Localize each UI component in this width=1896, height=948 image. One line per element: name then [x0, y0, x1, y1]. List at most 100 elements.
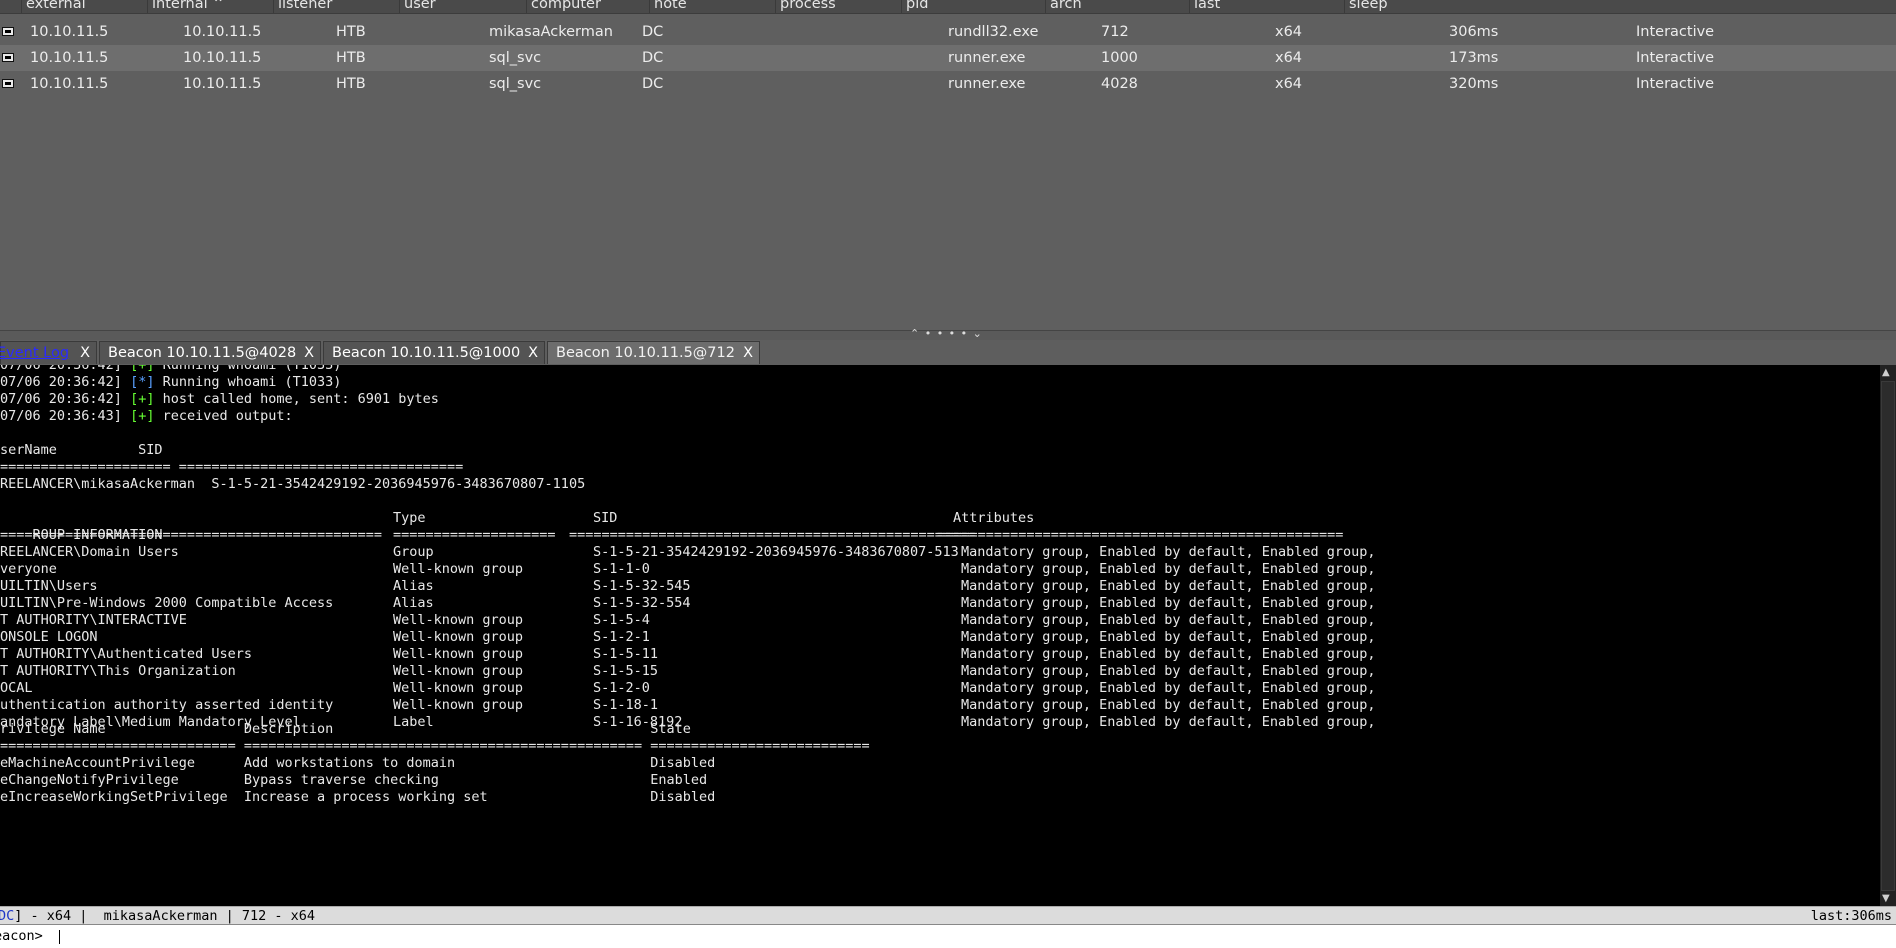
- console-scrollbar[interactable]: ▲ ▼: [1880, 365, 1896, 906]
- group-name: T AUTHORITY\Authenticated Users: [0, 646, 252, 662]
- group-name: veryone: [0, 561, 57, 577]
- group-col-type-header: Type: [393, 510, 426, 526]
- column-header-external[interactable]: external: [21, 0, 147, 13]
- beacon-icon: [2, 79, 14, 88]
- tab-event-log[interactable]: Event Log X: [0, 341, 97, 364]
- close-tab-icon[interactable]: X: [528, 342, 538, 365]
- table-row[interactable]: 10.10.11.5 10.10.11.5 HTB mikasaAckerman…: [0, 19, 1896, 45]
- beacon-table[interactable]: external internal ⌃ listener user comput…: [0, 0, 1896, 330]
- cell-pid: 712: [1101, 24, 1129, 40]
- command-input-row[interactable]: eacon>: [0, 924, 1896, 948]
- cell-last: 320ms: [1449, 76, 1499, 92]
- scroll-down-icon[interactable]: ▼: [1882, 893, 1890, 904]
- cell-arch: x64: [1275, 50, 1303, 66]
- command-input[interactable]: [58, 927, 1888, 945]
- privilege-row: eIncreaseWorkingSetPrivilege Increase a …: [0, 789, 716, 805]
- cell-sleep: Interactive: [1636, 24, 1715, 40]
- privilege-row: eMachineAccountPrivilege Add workstation…: [0, 755, 716, 771]
- group-name: OCAL: [0, 680, 33, 696]
- privilege-header: rivilege Name Description State: [0, 721, 691, 737]
- group-attributes: Mandatory group, Enabled by default, Ena…: [961, 714, 1376, 730]
- table-row[interactable]: 10.10.11.5 10.10.11.5 HTB sql_svc DC run…: [0, 71, 1896, 97]
- close-tab-icon[interactable]: X: [80, 342, 90, 365]
- column-header-pid[interactable]: pid: [901, 0, 1045, 13]
- cell-process: runner.exe: [948, 50, 1026, 66]
- group-type: Well-known group: [393, 697, 524, 713]
- group-name: ONSOLE LOGON: [0, 629, 98, 645]
- splitter-handle-icon[interactable]: ⌃ • • • • ⌄: [910, 327, 983, 340]
- cell-pid: 4028: [1101, 76, 1138, 92]
- group-type: Group: [393, 544, 434, 560]
- cell-sleep: Interactive: [1636, 50, 1715, 66]
- table-row-selected[interactable]: 10.10.11.5 10.10.11.5 HTB sql_svc DC run…: [0, 45, 1896, 71]
- group-attributes: Mandatory group, Enabled by default, Ena…: [961, 595, 1376, 611]
- group-type: Well-known group: [393, 629, 524, 645]
- column-header-last[interactable]: last: [1189, 0, 1344, 13]
- cell-last: 173ms: [1449, 50, 1499, 66]
- cell-external: 10.10.11.5: [30, 76, 109, 92]
- group-name: T AUTHORITY\INTERACTIVE: [0, 612, 187, 628]
- column-header-computer[interactable]: computer: [526, 0, 649, 13]
- group-name: UILTIN\Users: [0, 578, 98, 594]
- group-attributes: Mandatory group, Enabled by default, Ena…: [961, 646, 1376, 662]
- group-name: UILTIN\Pre-Windows 2000 Compatible Acces…: [0, 595, 334, 611]
- close-tab-icon[interactable]: X: [743, 342, 753, 365]
- scroll-thumb[interactable]: [1881, 381, 1895, 891]
- cell-arch: x64: [1275, 76, 1303, 92]
- column-header-process[interactable]: process: [775, 0, 901, 13]
- group-sid: S-1-18-1: [593, 697, 659, 713]
- prompt-label: eacon>: [0, 928, 43, 944]
- status-left: DC] - x64 | mikasaAckerman | 712 - x64: [0, 908, 315, 924]
- column-header-icon[interactable]: [0, 0, 21, 13]
- console-output-line: serName SID: [0, 442, 163, 458]
- group-attributes: Mandatory group, Enabled by default, Ena…: [961, 663, 1376, 679]
- status-computer: DC: [0, 908, 15, 924]
- column-header-sleep[interactable]: sleep: [1344, 0, 1896, 13]
- column-header-note[interactable]: note: [649, 0, 775, 13]
- group-attributes: Mandatory group, Enabled by default, Ena…: [961, 697, 1376, 713]
- cell-user: sql_svc: [489, 50, 542, 66]
- group-sid: S-1-5-11: [593, 646, 659, 662]
- group-attributes: Mandatory group, Enabled by default, Ena…: [961, 680, 1376, 696]
- table-header: external internal ⌃ listener user comput…: [0, 0, 1896, 14]
- cell-internal: 10.10.11.5: [183, 76, 262, 92]
- column-header-user[interactable]: user: [399, 0, 526, 13]
- group-col-sid-header: SID: [593, 510, 618, 526]
- cell-user: mikasaAckerman: [489, 24, 613, 40]
- group-rule: ====================: [393, 527, 556, 543]
- tab-beacon-1000[interactable]: Beacon 10.10.11.5@1000 X: [323, 341, 545, 364]
- scroll-up-icon[interactable]: ▲: [1882, 367, 1890, 378]
- tab-beacon-4028[interactable]: Beacon 10.10.11.5@4028 X: [99, 341, 321, 364]
- group-attributes: Mandatory group, Enabled by default, Ena…: [961, 561, 1376, 577]
- cell-process: rundll32.exe: [948, 24, 1039, 40]
- beacon-console-output[interactable]: 07/06 20:36:42] [+] Running whoami (T103…: [0, 365, 1880, 906]
- tab-label: Beacon 10.10.11.5@1000: [332, 345, 521, 361]
- close-tab-icon[interactable]: X: [304, 342, 314, 365]
- beacon-icon: [2, 53, 14, 62]
- group-sid: S-1-5-32-554: [593, 595, 691, 611]
- cell-internal: 10.10.11.5: [183, 50, 262, 66]
- tab-label: Event Log: [0, 345, 70, 361]
- pane-splitter[interactable]: ⌃ • • • • ⌄: [0, 327, 1896, 340]
- group-sid: S-1-2-1: [593, 629, 650, 645]
- group-type: Well-known group: [393, 561, 524, 577]
- column-header-internal[interactable]: internal ⌃: [147, 0, 273, 13]
- cell-sleep: Interactive: [1636, 76, 1715, 92]
- column-header-listener[interactable]: listener: [273, 0, 399, 13]
- group-rule: ========================================…: [937, 527, 1344, 543]
- tab-beacon-712[interactable]: Beacon 10.10.11.5@712 X: [547, 341, 760, 364]
- group-rule: ========================================…: [569, 527, 976, 543]
- console-log-line: 07/06 20:36:42] [+] host called home, se…: [0, 391, 439, 407]
- cell-computer: DC: [642, 50, 664, 66]
- tab-label: Beacon 10.10.11.5@712: [556, 345, 735, 361]
- console-log-line: 07/06 20:36:43] [+] received output:: [0, 408, 293, 424]
- group-attributes: Mandatory group, Enabled by default, Ena…: [961, 612, 1376, 628]
- group-sid: S-1-2-0: [593, 680, 650, 696]
- cell-last: 306ms: [1449, 24, 1499, 40]
- group-sid: S-1-5-21-3542429192-2036945976-348367080…: [593, 544, 959, 560]
- privilege-rule: ============================= ==========…: [0, 738, 870, 754]
- column-header-arch[interactable]: arch: [1045, 0, 1189, 13]
- group-type: Well-known group: [393, 663, 524, 679]
- sort-ascending-icon: ⌃: [212, 0, 225, 12]
- status-last: last:306ms: [1810, 908, 1892, 924]
